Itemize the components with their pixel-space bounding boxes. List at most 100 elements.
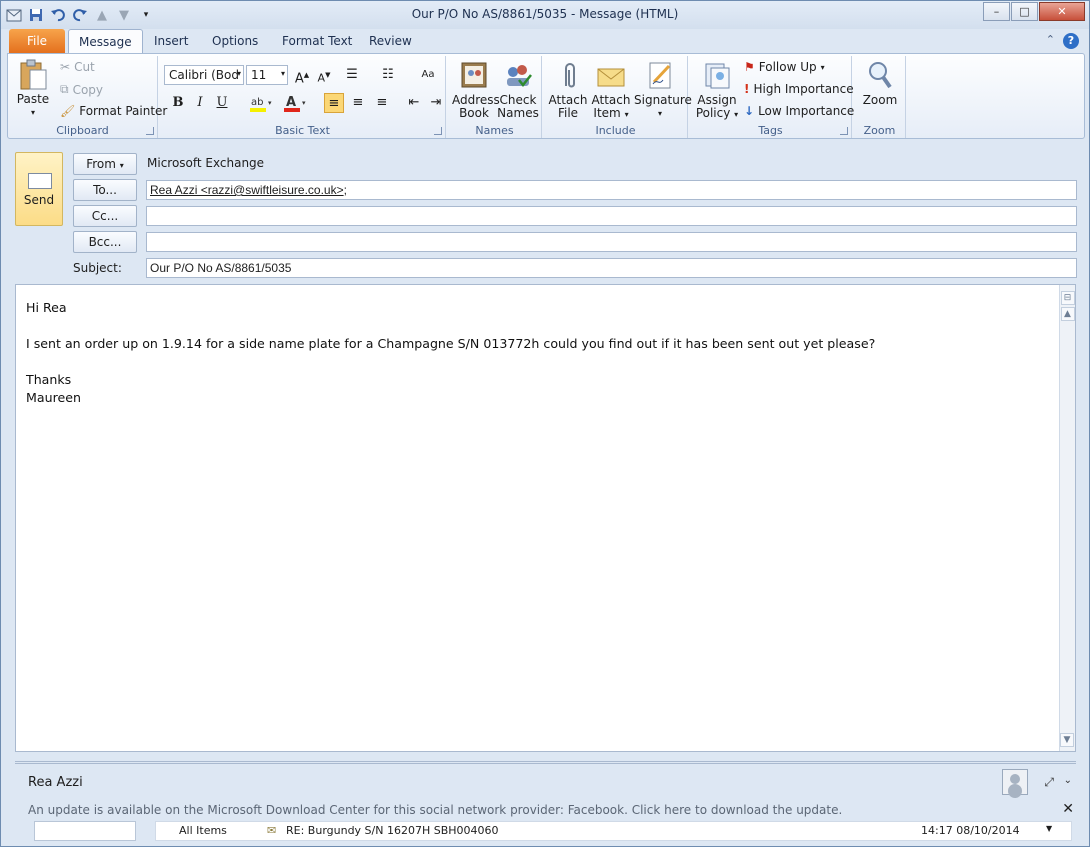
assign-policy-button[interactable]: Assign Policy ▾: [694, 60, 740, 121]
send-envelope-icon: [28, 173, 52, 189]
attach-file-button[interactable]: Attach File: [548, 60, 588, 120]
cc-field[interactable]: [146, 206, 1077, 226]
body-line: Hi Rea: [26, 300, 67, 315]
subject-field[interactable]: Our P/O No AS/8861/5035: [146, 258, 1077, 278]
follow-up-button[interactable]: ⚑ Follow Up ▾: [744, 60, 825, 74]
font-size-combo[interactable]: 11 ▾: [246, 65, 288, 85]
bullets-icon[interactable]: ☰: [342, 65, 362, 85]
tab-review[interactable]: Review: [359, 29, 422, 53]
maximize-button[interactable]: □: [1011, 2, 1038, 21]
names-group-label: Names: [475, 124, 514, 137]
increase-indent-icon[interactable]: ⇥: [426, 93, 446, 113]
tab-message[interactable]: Message: [68, 29, 143, 53]
chevron-down-icon[interactable]: ⌄: [1064, 775, 1072, 786]
help-icon[interactable]: ?: [1063, 33, 1079, 49]
copy-button[interactable]: ⧉ Copy: [60, 82, 103, 97]
vertical-scrollbar[interactable]: ⊟ ▲ ▼: [1059, 285, 1075, 751]
people-pane-splitter[interactable]: [15, 761, 1076, 764]
tab-options[interactable]: Options: [202, 29, 268, 53]
close-button[interactable]: ✕: [1039, 2, 1085, 21]
check-names-button[interactable]: Check Names: [496, 60, 540, 120]
ruler-toggle-icon[interactable]: ⊟: [1060, 291, 1075, 305]
message-text[interactable]: Hi Rea I sent an order up on 1.9.14 for …: [26, 299, 875, 407]
paste-button[interactable]: Paste ▾: [14, 59, 52, 119]
high-importance-label: High Importance: [753, 82, 854, 96]
from-label: From: [86, 157, 116, 171]
address-book-button[interactable]: Address Book: [452, 60, 500, 120]
highlight-icon[interactable]: ab ▾: [248, 93, 276, 113]
copy-label: Copy: [72, 82, 104, 97]
feed-row[interactable]: All Items ✉ RE: Burgundy S/N 16207H SBH0…: [155, 821, 1072, 841]
avatar[interactable]: [1002, 769, 1028, 795]
signature-button[interactable]: Signature ▾: [634, 60, 692, 120]
cc-button[interactable]: Cc...: [73, 205, 137, 227]
underline-button[interactable]: U: [212, 93, 232, 113]
group-basic-text: Calibri (Bod ▾ 11 ▾ A▲ A▼ ☰ ☷ Aa B I U a…: [160, 56, 446, 138]
numbering-icon[interactable]: ☷: [378, 65, 398, 85]
title-bar: ▲ ▼ ▾ Our P/O No AS/8861/5035 - Message …: [1, 1, 1089, 29]
window-title: Our P/O No AS/8861/5035 - Message (HTML): [411, 7, 679, 21]
paste-icon: [18, 59, 48, 90]
send-label: Send: [23, 193, 55, 207]
message-body[interactable]: Hi Rea I sent an order up on 1.9.14 for …: [15, 284, 1076, 752]
group-include: Attach File Attach Item ▾ Signature ▾ In…: [544, 56, 692, 138]
high-importance-button[interactable]: ! High Importance: [744, 82, 854, 96]
cut-button[interactable]: ✂ Cut: [60, 60, 95, 74]
tab-insert[interactable]: Insert: [144, 29, 198, 53]
bcc-field[interactable]: [146, 232, 1077, 252]
activity-feed: All Items ✉ RE: Burgundy S/N 16207H SBH0…: [15, 821, 1076, 847]
styles-icon[interactable]: Aa: [418, 65, 438, 85]
paperclip-icon: [553, 60, 583, 90]
to-recipient[interactable]: Rea Azzi <razzi@swiftleisure.co.uk>: [150, 183, 344, 197]
low-importance-button[interactable]: ↓ Low Importance: [744, 104, 854, 118]
to-field[interactable]: Rea Azzi <razzi@swiftleisure.co.uk>;: [146, 180, 1077, 200]
font-color-icon[interactable]: A ▾: [282, 93, 310, 113]
bcc-button[interactable]: Bcc...: [73, 231, 137, 253]
send-button[interactable]: Send: [15, 152, 63, 226]
zoom-button[interactable]: Zoom: [858, 60, 902, 107]
chevron-down-icon[interactable]: ▼: [1046, 824, 1052, 833]
grow-font-icon[interactable]: A▲: [292, 65, 312, 86]
italic-button[interactable]: I: [190, 93, 210, 113]
chevron-down-icon: ▾: [236, 69, 241, 78]
copy-icon: ⧉: [60, 82, 69, 96]
clipboard-launcher-icon[interactable]: [146, 127, 154, 135]
align-left-icon[interactable]: ≡: [324, 93, 344, 113]
tab-format-text[interactable]: Format Text: [272, 29, 362, 53]
format-painter-button[interactable]: 🖌 Format Painter: [60, 104, 167, 118]
bold-button[interactable]: B: [168, 93, 188, 113]
svg-text:▾: ▾: [268, 99, 272, 107]
tab-file[interactable]: File: [9, 29, 65, 53]
align-right-icon[interactable]: ≡: [372, 93, 392, 113]
feed-filter[interactable]: All Items: [179, 824, 227, 837]
window-controls: – □ ✕: [982, 2, 1085, 21]
tags-launcher-icon[interactable]: [840, 127, 848, 135]
envelope-icon: [596, 60, 626, 90]
exclamation-icon: !: [744, 82, 750, 96]
scissors-icon: ✂: [60, 60, 71, 74]
shrink-font-icon[interactable]: A▼: [314, 65, 334, 85]
down-arrow-icon: ↓: [744, 104, 755, 118]
feed-tab[interactable]: [34, 821, 136, 841]
update-notice[interactable]: An update is available on the Microsoft …: [28, 803, 842, 817]
font-name-combo[interactable]: Calibri (Bod ▾: [164, 65, 244, 85]
chevron-down-icon: ▾: [280, 69, 285, 78]
minimize-ribbon-icon[interactable]: ⌃: [1046, 33, 1055, 49]
follow-up-label: Follow Up: [758, 60, 817, 74]
from-button[interactable]: From ▾: [73, 153, 137, 175]
scroll-up-icon[interactable]: ▲: [1060, 307, 1075, 321]
minimize-button[interactable]: –: [983, 2, 1010, 21]
include-group-label: Include: [595, 124, 636, 137]
body-line: [26, 353, 875, 371]
basic-text-launcher-icon[interactable]: [434, 127, 442, 135]
subject-label: Subject:: [73, 261, 122, 275]
align-center-icon[interactable]: ≡: [348, 93, 368, 113]
to-button[interactable]: To...: [73, 179, 137, 201]
close-notice-icon[interactable]: ✕: [1062, 801, 1074, 817]
attach-item-button[interactable]: Attach Item ▾: [590, 60, 632, 121]
decrease-indent-icon[interactable]: ⇤: [404, 93, 424, 113]
expand-icon[interactable]: ⤢: [1044, 775, 1054, 790]
scroll-down-icon[interactable]: ▼: [1060, 733, 1074, 747]
feed-item-subject[interactable]: RE: Burgundy S/N 16207H SBH004060: [286, 824, 499, 837]
ribbon: Paste ▾ ✂ Cut ⧉ Copy 🖌 Format Painter Cl…: [7, 53, 1085, 139]
